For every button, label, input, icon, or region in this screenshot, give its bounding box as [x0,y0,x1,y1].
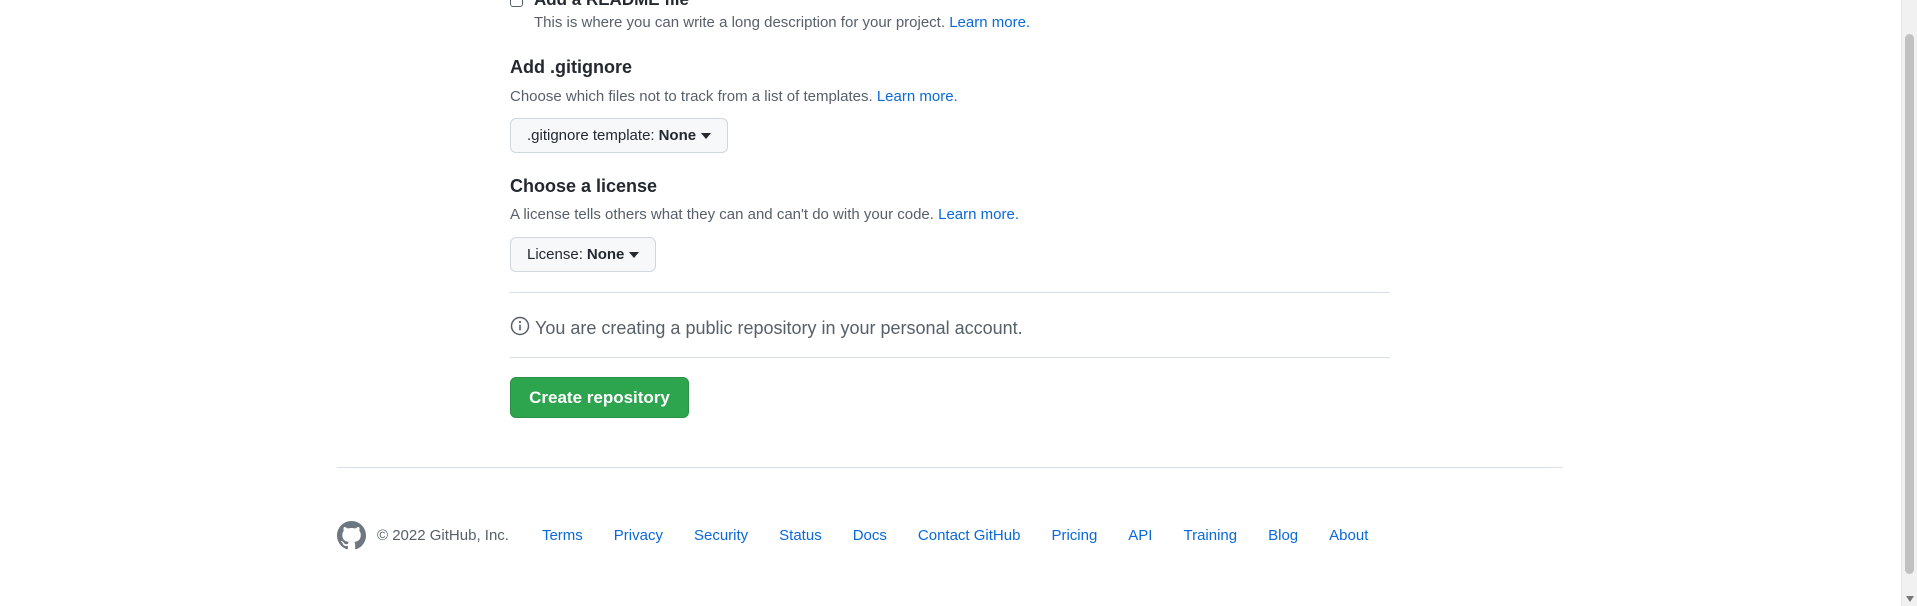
footer-links: Terms Privacy Security Status Docs Conta… [542,527,1399,544]
readme-description-text: This is where you can write a long descr… [534,14,946,31]
footer-link-status[interactable]: Status [779,527,822,544]
gitignore-description: Choose which files not to track from a l… [510,88,958,105]
license-select-value: None [586,246,625,263]
readme-checkbox[interactable] [510,0,523,7]
gitignore-learn-more-link[interactable]: Learn more. [877,88,958,105]
footer-link-blog[interactable]: Blog [1268,527,1298,544]
gitignore-template-select[interactable]: .gitignore template: None [510,118,729,153]
caret-down-icon [629,251,640,258]
footer-link-pricing[interactable]: Pricing [1051,527,1097,544]
divider [510,292,1390,293]
scroll-down-arrow-icon[interactable] [1906,596,1914,602]
footer-link-privacy[interactable]: Privacy [614,527,663,544]
divider [510,357,1390,358]
create-repository-button[interactable]: Create repository [510,377,689,418]
license-select-label: License: [527,246,583,263]
license-description-text: A license tells others what they can and… [510,206,934,223]
license-select[interactable]: License: None [510,237,657,272]
footer-link-training[interactable]: Training [1183,527,1237,544]
footer-link-terms[interactable]: Terms [542,527,583,544]
readme-description: This is where you can write a long descr… [534,14,1030,31]
license-title: Choose a license [510,176,658,196]
readme-learn-more-link[interactable]: Learn more. [949,14,1030,31]
footer-link-about[interactable]: About [1329,527,1368,544]
info-icon [510,316,530,341]
footer-link-contact[interactable]: Contact GitHub [918,527,1021,544]
footer-link-docs[interactable]: Docs [853,527,887,544]
scrollbar-thumb[interactable] [1905,34,1914,574]
copyright-text: © 2022 GitHub, Inc. [377,526,509,544]
github-logo-icon[interactable] [337,520,366,550]
readme-label: Add a README file [534,0,689,10]
gitignore-select-value: None [658,127,697,144]
gitignore-description-text: Choose which files not to track from a l… [510,88,873,105]
gitignore-title: Add .gitignore [510,57,632,77]
visibility-notice-text: You are creating a public repository in … [535,318,1023,338]
footer-divider [337,467,1562,468]
vertical-scrollbar[interactable] [1901,0,1917,606]
footer: © 2022 GitHub, Inc. Terms Privacy Securi… [337,520,1399,550]
caret-down-icon [701,132,712,139]
footer-link-security[interactable]: Security [694,527,748,544]
license-learn-more-link[interactable]: Learn more. [938,206,1019,223]
gitignore-select-label: .gitignore template: [527,127,655,144]
footer-link-api[interactable]: API [1128,527,1152,544]
license-description: A license tells others what they can and… [510,206,1019,223]
visibility-notice: You are creating a public repository in … [510,316,1023,341]
